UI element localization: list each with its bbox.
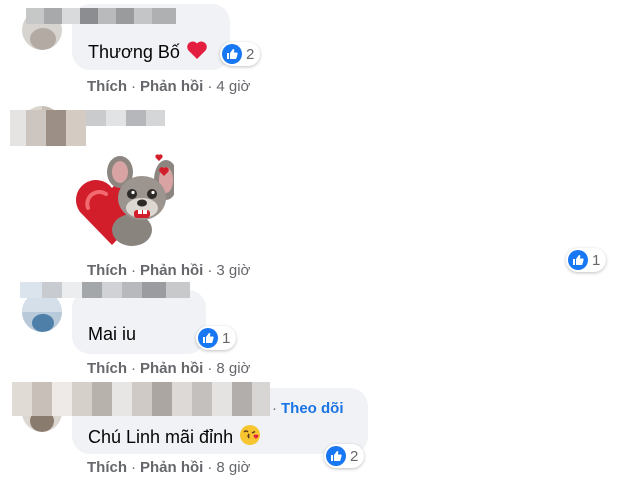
author-name-blurred[interactable]	[20, 282, 190, 298]
timestamp[interactable]: 4 giờ	[216, 78, 250, 95]
comment-text: Mai iu	[88, 324, 136, 345]
mouse-with-heart-sticker[interactable]	[74, 150, 178, 250]
like-count-badge[interactable]: 1	[566, 248, 607, 272]
comment-text: Chú Linh mãi đỉnh	[88, 424, 261, 451]
reply-link[interactable]: Phản hồi	[140, 262, 203, 279]
heart-emoji-icon	[186, 40, 208, 65]
like-link[interactable]: Thích	[87, 262, 127, 279]
comment-actions: Thích · Phản hồi · 4 giờ	[87, 78, 250, 95]
separator-dot: ·	[131, 262, 136, 279]
like-count: 2	[350, 447, 359, 465]
timestamp[interactable]: 3 giờ	[216, 262, 250, 279]
like-count: 2	[246, 45, 255, 63]
like-count: 1	[592, 251, 601, 269]
thumbs-up-icon	[326, 446, 346, 466]
like-count-badge[interactable]: 2	[324, 444, 365, 468]
follow-label[interactable]: Theo dõi	[281, 400, 344, 417]
separator-dot: ·	[207, 262, 213, 279]
comment-text-label: Chú Linh mãi đỉnh	[88, 427, 234, 447]
thumbs-up-icon	[222, 44, 242, 64]
thumbs-up-icon	[568, 250, 588, 270]
reply-link[interactable]: Phản hồi	[140, 459, 203, 476]
like-count-badge[interactable]: 1	[196, 326, 237, 350]
timestamp[interactable]: 8 giờ	[216, 360, 250, 377]
avatar[interactable]	[22, 292, 62, 332]
like-link[interactable]: Thích	[87, 459, 127, 476]
separator-dot: ·	[131, 360, 136, 377]
author-name-blurred[interactable]	[26, 8, 176, 24]
reply-link[interactable]: Phản hồi	[140, 360, 203, 377]
comment-actions: Thích · Phản hồi · 8 giờ	[87, 459, 250, 476]
author-name-blurred[interactable]	[12, 382, 270, 416]
separator-dot: ·	[131, 78, 136, 95]
reply-link[interactable]: Phản hồi	[140, 78, 203, 95]
like-count: 1	[222, 329, 231, 347]
like-link[interactable]: Thích	[87, 360, 127, 377]
like-link[interactable]: Thích	[87, 78, 127, 95]
comment-actions: Thích · Phản hồi · 8 giờ	[87, 360, 250, 377]
separator-dot: ·	[207, 459, 213, 476]
comment-text: Thương Bố	[88, 40, 208, 65]
separator-dot: ·	[272, 400, 277, 417]
kissing-face-emoji-icon	[239, 424, 261, 451]
author-name-blurred[interactable]	[10, 110, 165, 146]
separator-dot: ·	[131, 459, 136, 476]
timestamp[interactable]: 8 giờ	[216, 459, 250, 476]
thumbs-up-icon	[198, 328, 218, 348]
separator-dot: ·	[207, 360, 213, 377]
comment-text-label: Thương Bố	[88, 42, 180, 62]
comment-text-label: Mai iu	[88, 324, 137, 344]
follow-link[interactable]: · Theo dõi	[272, 400, 344, 417]
comment-actions: Thích · Phản hồi · 3 giờ	[87, 262, 250, 279]
separator-dot: ·	[207, 78, 213, 95]
like-count-badge[interactable]: 2	[220, 42, 261, 66]
